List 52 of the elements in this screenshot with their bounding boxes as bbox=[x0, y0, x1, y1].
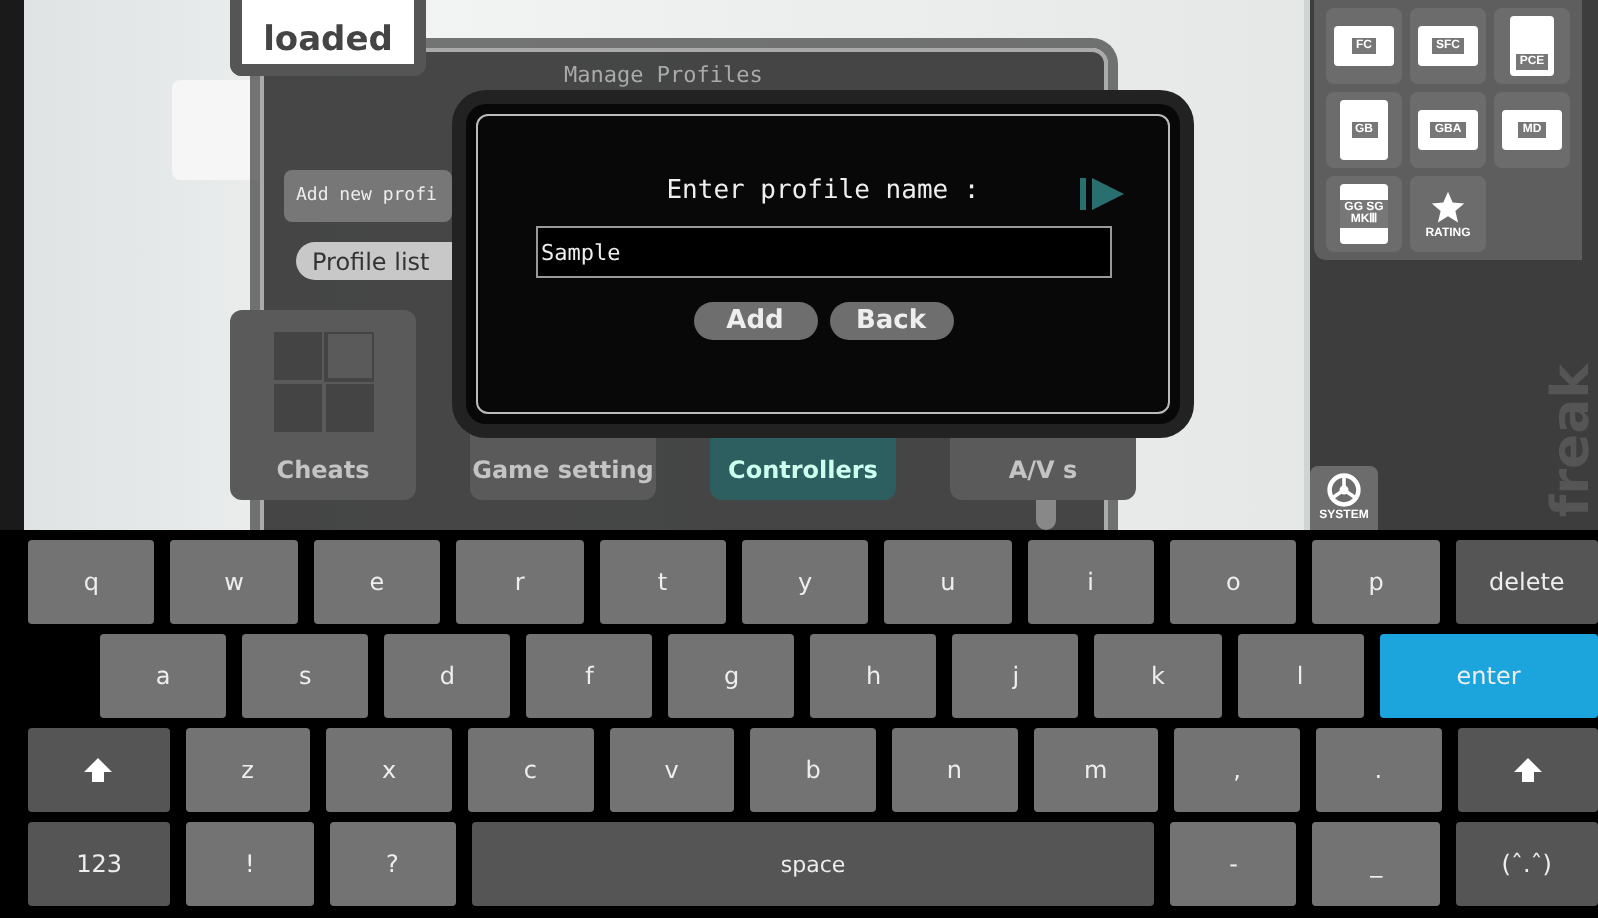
key[interactable]: ! bbox=[186, 822, 314, 906]
key[interactable]: , bbox=[1174, 728, 1300, 812]
settings-icon bbox=[1326, 472, 1362, 508]
up-arrow-icon bbox=[1513, 758, 1542, 782]
key[interactable]: p bbox=[1312, 540, 1440, 624]
prompt-title: Enter profile name : bbox=[666, 176, 980, 206]
key[interactable]: 123 bbox=[28, 822, 171, 906]
play-icon bbox=[1080, 176, 1124, 212]
key[interactable]: o bbox=[1170, 540, 1297, 624]
key[interactable]: z bbox=[185, 728, 311, 812]
dialog-button[interactable]: Back bbox=[829, 302, 953, 340]
key[interactable]: x bbox=[326, 728, 452, 812]
key[interactable]: n bbox=[891, 728, 1018, 812]
key[interactable]: j bbox=[952, 634, 1079, 718]
menu-tile[interactable]: Cheats bbox=[230, 310, 416, 500]
key[interactable]: c bbox=[467, 728, 594, 812]
key[interactable]: (ˆ.ˆ) bbox=[1455, 822, 1598, 906]
key[interactable]: l bbox=[1237, 634, 1364, 718]
key[interactable]: g bbox=[668, 634, 795, 718]
shift-key[interactable] bbox=[28, 728, 169, 812]
key[interactable]: w bbox=[170, 540, 298, 624]
enter-key[interactable]: enter bbox=[1379, 634, 1598, 718]
key[interactable]: - bbox=[1170, 822, 1297, 906]
key[interactable]: m bbox=[1033, 728, 1159, 812]
key[interactable]: f bbox=[526, 634, 653, 718]
key[interactable]: ? bbox=[329, 822, 456, 906]
key[interactable]: v bbox=[609, 728, 735, 812]
key[interactable]: e bbox=[313, 540, 441, 624]
add-profile-item[interactable]: Add new profi bbox=[284, 170, 452, 222]
key[interactable]: r bbox=[456, 540, 583, 624]
key[interactable]: q bbox=[28, 540, 155, 624]
key[interactable]: b bbox=[750, 728, 876, 812]
game-card: loaded bbox=[230, 0, 426, 76]
up-arrow-icon bbox=[84, 758, 113, 782]
profile-name-input[interactable]: Sample bbox=[535, 226, 1111, 278]
key[interactable]: _ bbox=[1312, 822, 1440, 906]
key[interactable]: y bbox=[741, 540, 869, 624]
key[interactable]: delete bbox=[1455, 540, 1598, 624]
key[interactable]: . bbox=[1315, 728, 1442, 812]
key[interactable]: u bbox=[884, 540, 1012, 624]
dialog-button[interactable]: Add bbox=[693, 302, 817, 340]
key[interactable]: h bbox=[810, 634, 937, 718]
star-icon bbox=[1430, 189, 1466, 225]
key[interactable]: i bbox=[1027, 540, 1154, 624]
space-key[interactable]: space bbox=[471, 822, 1155, 906]
shift-key[interactable] bbox=[1457, 728, 1598, 812]
key[interactable]: s bbox=[242, 634, 369, 718]
key[interactable]: t bbox=[599, 540, 726, 624]
key[interactable]: d bbox=[384, 634, 511, 718]
key[interactable]: a bbox=[100, 634, 227, 718]
dialog-title: Manage Profiles bbox=[564, 62, 763, 88]
key[interactable]: k bbox=[1094, 634, 1221, 718]
